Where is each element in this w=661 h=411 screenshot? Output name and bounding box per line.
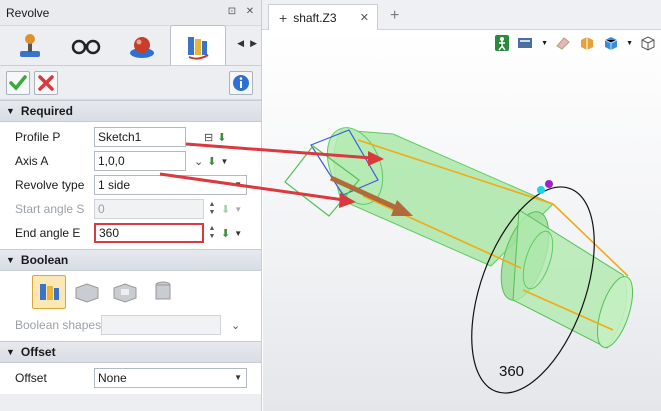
profile-row: Profile P Sketch1 ⊟ ⬇ — [0, 125, 261, 149]
tab-scroll: ◀ ▶ — [231, 38, 257, 49]
info-button[interactable] — [229, 70, 253, 95]
panel-tabs: ◀ ▶ — [0, 25, 261, 66]
spinner-icon[interactable]: ▲ ▼ — [207, 201, 217, 217]
cancel-button[interactable] — [34, 70, 58, 95]
action-bar — [0, 66, 261, 100]
required-header-label: Required — [20, 104, 73, 118]
remove-shape-icon — [113, 283, 136, 303]
panel-title-bar: Revolve ⊡ ✕ — [0, 0, 261, 26]
document-plus-icon: + — [279, 9, 288, 26]
boolean-shapes-row: Boolean shapes ⌄ — [0, 313, 261, 337]
close-tab-icon[interactable]: ✕ — [360, 11, 369, 24]
offset-section-header[interactable]: ▼ Offset — [0, 341, 261, 363]
boolean-section: Boolean shapes ⌄ — [0, 271, 261, 341]
dropdown-arrow-icon[interactable]: ▼ — [234, 205, 242, 214]
required-section-header[interactable]: ▼ Required — [0, 100, 261, 122]
ok-button[interactable] — [6, 70, 30, 95]
offset-row: Offset None — [0, 366, 261, 390]
checkmark-icon — [9, 74, 27, 91]
boolean-header-label: Boolean — [20, 253, 69, 267]
joystick-icon — [20, 34, 40, 57]
profile-field[interactable]: Sketch1 — [94, 127, 186, 147]
end-angle-label: End angle E — [15, 226, 81, 240]
end-angle-row: End angle E 360 ▲ ▼ ⬇ ▼ — [0, 221, 261, 245]
sphere-icon — [130, 37, 154, 58]
boolean-section-header[interactable]: ▼ Boolean — [0, 249, 261, 271]
shaft-model[interactable] — [263, 30, 661, 411]
end-angle-field[interactable]: 360 — [94, 223, 204, 243]
sketch-icon[interactable]: ⊟ — [204, 131, 213, 144]
pin-icon[interactable]: ⊡ — [225, 6, 239, 20]
collapse-triangle-icon: ▼ — [6, 255, 15, 265]
add-shape-icon — [75, 283, 98, 303]
tab-scroll-left-icon[interactable]: ◀ — [237, 38, 244, 48]
tab-shaft-document[interactable]: + shaft.Z3 ✕ — [268, 4, 378, 30]
revolve-icon — [188, 36, 209, 60]
double-chevron-down-icon[interactable]: ⌄ — [194, 155, 203, 168]
add-boolean-button[interactable] — [70, 275, 104, 309]
pick-icon[interactable]: ⬇ — [217, 131, 226, 144]
boolean-shapes-label: Boolean shapes — [15, 318, 102, 332]
remove-boolean-button[interactable] — [108, 275, 142, 309]
tab-feature[interactable] — [2, 27, 58, 65]
document-tab-bar: + shaft.Z3 ✕ + — [262, 0, 661, 30]
dropdown-arrow-icon[interactable]: ▼ — [234, 229, 242, 238]
axis-field[interactable]: 1,0,0 — [94, 151, 186, 171]
required-section: Profile P Sketch1 ⊟ ⬇ Axis A 1,0,0 ⌄ ⬇ ▼… — [0, 122, 261, 249]
tab-view[interactable] — [58, 27, 114, 65]
info-icon — [233, 74, 249, 91]
start-angle-field[interactable]: 0 — [94, 199, 204, 219]
offset-header-label: Offset — [20, 345, 56, 359]
intersect-boolean-button[interactable] — [146, 275, 180, 309]
revolve-type-label: Revolve type — [15, 178, 85, 192]
double-chevron-down-icon[interactable]: ⌄ — [231, 319, 240, 332]
new-tab-button[interactable]: + — [390, 7, 399, 25]
boolean-type-group — [0, 271, 261, 313]
pick-icon[interactable]: ⬇ — [221, 203, 230, 216]
profile-label: Profile P — [15, 130, 61, 144]
3d-viewport[interactable]: ▼ ▼ 360 — [263, 30, 661, 411]
offset-section: Offset None — [0, 363, 261, 394]
collapse-triangle-icon: ▼ — [6, 106, 15, 116]
tab-scroll-right-icon[interactable]: ▶ — [250, 38, 257, 48]
start-angle-row: Start angle S 0 ▲ ▼ ⬇ ▼ — [0, 197, 261, 221]
glasses-icon — [71, 39, 101, 55]
revolve-panel: Revolve ⊡ ✕ ◀ ▶ ▼ Required Profile P Ske… — [0, 0, 262, 411]
axis-label: Axis A — [15, 154, 49, 168]
base-shape-icon — [39, 284, 59, 300]
tab-revolve[interactable] — [170, 25, 226, 65]
pick-icon[interactable]: ⬇ — [207, 155, 216, 168]
revolve-type-row: Revolve type 1 side — [0, 173, 261, 197]
offset-select[interactable]: None — [94, 368, 247, 388]
dropdown-arrow-icon[interactable]: ▼ — [220, 157, 228, 166]
collapse-triangle-icon: ▼ — [6, 347, 15, 357]
tab-render[interactable] — [114, 27, 170, 65]
spinner-icon[interactable]: ▲ ▼ — [207, 225, 217, 241]
panel-title: Revolve — [6, 5, 50, 20]
x-icon — [38, 74, 54, 91]
axis-row: Axis A 1,0,0 ⌄ ⬇ ▼ — [0, 149, 261, 173]
document-tab-label: shaft.Z3 — [293, 10, 337, 25]
revolve-type-select[interactable]: 1 side — [94, 175, 247, 195]
offset-label: Offset — [15, 371, 47, 385]
base-boolean-button[interactable] — [31, 275, 66, 309]
pick-icon[interactable]: ⬇ — [221, 227, 230, 240]
start-angle-label: Start angle S — [15, 202, 85, 216]
boolean-shapes-field[interactable] — [101, 315, 221, 335]
intersect-shape-icon — [155, 281, 170, 300]
close-icon[interactable]: ✕ — [243, 6, 257, 20]
revolve-angle-dimension: 360 — [499, 363, 525, 380]
